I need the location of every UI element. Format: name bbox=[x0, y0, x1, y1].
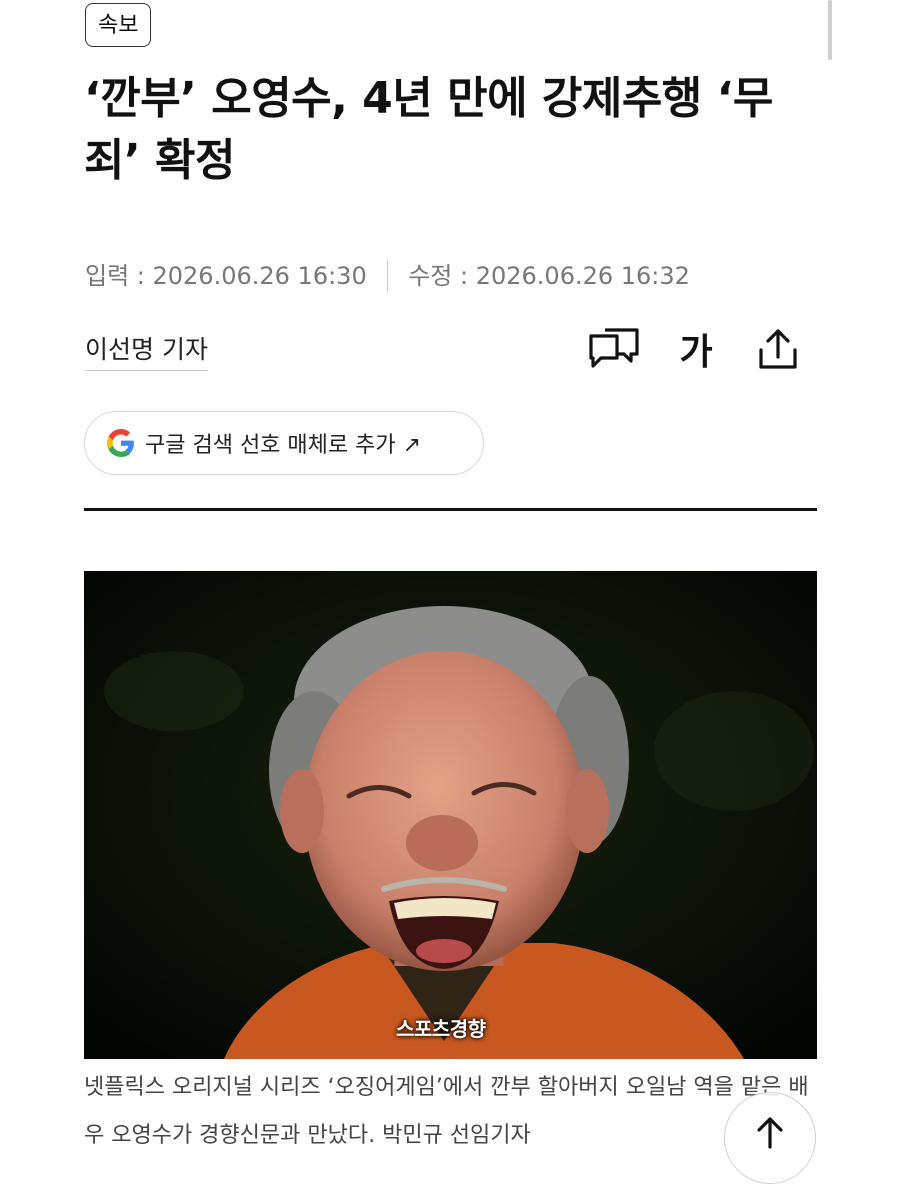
arrow-up-icon bbox=[757, 1117, 783, 1149]
comment-icon bbox=[589, 328, 639, 368]
article-dates: 입력 : 2026.06.26 16:30 수정 : 2026.06.26 16… bbox=[85, 258, 690, 294]
font-size-label: 가 bbox=[679, 332, 713, 373]
modified-date: 수정 : 2026.06.26 16:32 bbox=[408, 262, 690, 290]
article-title: ‘깐부’ 오영수, 4년 만에 강제추행 ‘무죄’ 확정 bbox=[84, 73, 773, 186]
input-date: 입력 : 2026.06.26 16:30 bbox=[85, 262, 367, 290]
breaking-news-badge: 속보 bbox=[85, 3, 152, 47]
photo-caption: 넷플릭스 오리지널 시리즈 ‘오징어게임’에서 깐부 할아버지 오일남 역을 맡… bbox=[84, 1075, 809, 1148]
google-button-label: 구글 검색 선호 매체로 추가 ↗ bbox=[145, 433, 422, 458]
scroll-to-top-button[interactable] bbox=[724, 1092, 816, 1184]
scrollbar[interactable] bbox=[828, 0, 832, 60]
article-photo: 스포츠경향 bbox=[84, 571, 817, 1059]
share-icon bbox=[759, 329, 797, 369]
date-separator bbox=[386, 259, 389, 293]
google-logo-icon bbox=[107, 429, 134, 457]
article-tools: 가 bbox=[587, 322, 805, 376]
portrait-illustration bbox=[84, 571, 817, 1059]
header-divider bbox=[84, 508, 817, 511]
photo-watermark: 스포츠경향 bbox=[396, 1017, 486, 1041]
share-button[interactable] bbox=[751, 322, 805, 376]
font-size-button[interactable]: 가 bbox=[669, 322, 723, 376]
add-google-preferred-source-button[interactable]: 구글 검색 선호 매체로 추가 ↗ bbox=[84, 411, 484, 475]
reporter-link[interactable]: 이선명 기자 bbox=[85, 330, 208, 371]
comment-button[interactable] bbox=[587, 322, 641, 376]
